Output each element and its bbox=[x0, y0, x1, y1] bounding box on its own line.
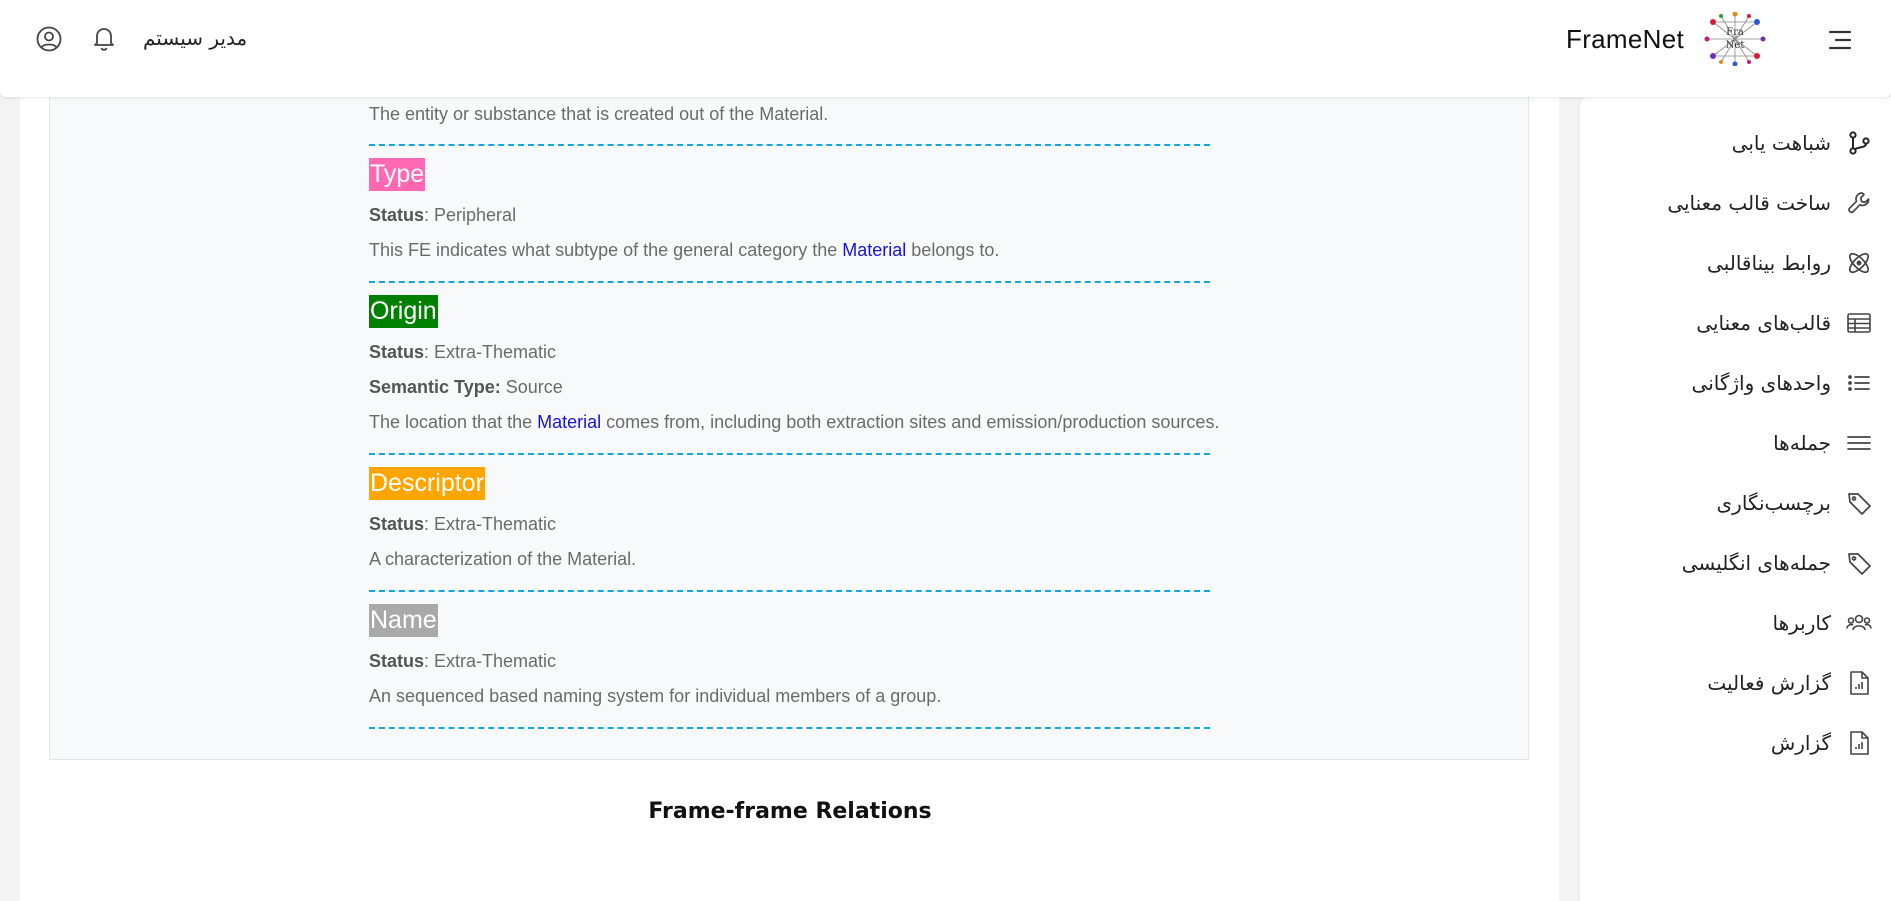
desc-text: This FE indicates what subtype of the ge… bbox=[369, 240, 843, 260]
atom-icon bbox=[1845, 249, 1873, 277]
fe-description: A characterization of the Material. bbox=[369, 549, 637, 569]
brand-title: FrameNet bbox=[1566, 24, 1684, 54]
material-link[interactable]: Material bbox=[537, 412, 601, 432]
status-key: Status bbox=[369, 651, 425, 671]
branch-icon bbox=[1845, 129, 1873, 157]
lines-icon bbox=[1845, 429, 1873, 457]
sidebar-item-label: واحدهای واژگانی bbox=[1691, 371, 1831, 395]
fe-semantic-type: Semantic Type: Source bbox=[369, 375, 563, 399]
sidebar-item-label: کاربرها bbox=[1772, 611, 1831, 635]
sidebar-item-label: جمله‌های انگلیسی bbox=[1681, 551, 1831, 575]
list-icon bbox=[1845, 369, 1873, 397]
sidebar-item-report[interactable]: گزارش bbox=[1583, 723, 1873, 763]
fe-item-type: Type bbox=[369, 158, 426, 191]
material-link[interactable]: Material bbox=[842, 240, 906, 260]
fe-status: Status: Extra-Thematic bbox=[369, 340, 556, 364]
sidebar-item-frame-relations[interactable]: روابط بیناقالبی bbox=[1583, 243, 1873, 283]
status-value: : Extra-Thematic bbox=[424, 651, 557, 671]
bell-icon[interactable] bbox=[89, 23, 119, 53]
relations-heading: Frame-frame Relations bbox=[648, 799, 932, 824]
wrench-icon bbox=[1845, 189, 1873, 217]
sidebar-item-label: جمله‌ها bbox=[1773, 431, 1831, 455]
framenet-logo[interactable]: Fra Net bbox=[1703, 12, 1767, 66]
sidebar-item-semantic-frames[interactable]: قالب‌های معنایی bbox=[1583, 303, 1873, 343]
sidebar-item-lexical-units[interactable]: واحدهای واژگانی bbox=[1583, 363, 1873, 403]
fe-status: Status: Peripheral bbox=[369, 203, 516, 227]
sidebar-item-build-frame[interactable]: ساخت قالب معنایی bbox=[1583, 183, 1873, 223]
desc-text: The location that the bbox=[369, 412, 538, 432]
sidebar-item-similarity[interactable]: شباهت یابی bbox=[1583, 123, 1873, 163]
users-icon bbox=[1845, 609, 1873, 637]
sidebar-item-annotation[interactable]: برچسب‌نگاری bbox=[1583, 483, 1873, 523]
tag-icon bbox=[1845, 549, 1873, 577]
sidebar-item-sentences[interactable]: جمله‌ها bbox=[1583, 423, 1873, 463]
fe-item-descriptor: Descriptor bbox=[369, 467, 485, 500]
status-key: Status bbox=[369, 514, 425, 534]
fe-divider bbox=[369, 281, 1210, 283]
status-value: : Extra-Thematic bbox=[424, 342, 557, 362]
fe-name-badge: Type bbox=[369, 158, 426, 191]
table-icon bbox=[1845, 309, 1873, 337]
top-header: Fra Net FrameNet مدیر سیستم bbox=[0, 0, 1891, 97]
sidebar-item-label: قالب‌های معنایی bbox=[1696, 311, 1831, 335]
fe-item-name: Name bbox=[369, 604, 438, 637]
fe-status: Status: Extra-Thematic bbox=[369, 512, 556, 536]
user-circle-icon[interactable] bbox=[34, 24, 64, 54]
fe-name-badge: Name bbox=[369, 604, 438, 637]
sidebar-item-label: روابط بیناقالبی bbox=[1707, 251, 1831, 275]
sidebar-item-activity-report[interactable]: گزارش فعالیت bbox=[1583, 663, 1873, 703]
fe-description: The location that the Material comes fro… bbox=[369, 410, 1219, 434]
sidebar: شباهت یابی ساخت قالب معنایی روابط بیناقا… bbox=[1580, 97, 1891, 901]
fe-divider bbox=[369, 727, 1210, 729]
tag-icon bbox=[1845, 489, 1873, 517]
main-content: The entity or substance that is created … bbox=[20, 97, 1559, 901]
frame-elements-panel: The entity or substance that is created … bbox=[49, 97, 1529, 760]
desc-text: belongs to. bbox=[906, 240, 1000, 260]
fe-description: This FE indicates what subtype of the ge… bbox=[369, 238, 999, 262]
fe-divider bbox=[369, 144, 1210, 146]
fe-name-badge: Descriptor bbox=[369, 467, 485, 500]
fe-name-badge: Origin bbox=[369, 295, 438, 328]
sidebar-item-label: برچسب‌نگاری bbox=[1716, 491, 1831, 515]
report-icon bbox=[1845, 669, 1873, 697]
svg-text:Net: Net bbox=[1726, 40, 1745, 51]
sidebar-item-users[interactable]: کاربرها bbox=[1583, 603, 1873, 643]
svg-text:Fra: Fra bbox=[1726, 27, 1744, 38]
fe-description: The entity or substance that is created … bbox=[369, 104, 829, 124]
semtype-value: Source bbox=[500, 377, 563, 397]
sidebar-item-english-sentences[interactable]: جمله‌های انگلیسی bbox=[1583, 543, 1873, 583]
status-key: Status bbox=[369, 205, 425, 225]
status-value: : Extra-Thematic bbox=[424, 514, 557, 534]
semtype-key: Semantic Type: bbox=[369, 377, 501, 397]
status-value: : Peripheral bbox=[424, 205, 517, 225]
fe-item-origin: Origin bbox=[369, 295, 438, 328]
menu-toggle-icon[interactable] bbox=[1827, 27, 1853, 53]
fe-divider bbox=[369, 590, 1210, 592]
status-key: Status bbox=[369, 342, 425, 362]
sidebar-item-label: گزارش bbox=[1770, 731, 1831, 755]
sidebar-item-label: گزارش فعالیت bbox=[1707, 671, 1831, 695]
desc-text: comes from, including both extraction si… bbox=[601, 412, 1220, 432]
sidebar-item-label: شباهت یابی bbox=[1731, 131, 1831, 155]
fe-description: An sequenced based naming system for ind… bbox=[369, 686, 942, 706]
user-name[interactable]: مدیر سیستم bbox=[143, 26, 247, 50]
sidebar-item-label: ساخت قالب معنایی bbox=[1667, 191, 1831, 215]
fe-divider bbox=[369, 453, 1210, 455]
fe-status: Status: Extra-Thematic bbox=[369, 649, 556, 673]
report-icon bbox=[1845, 729, 1873, 757]
